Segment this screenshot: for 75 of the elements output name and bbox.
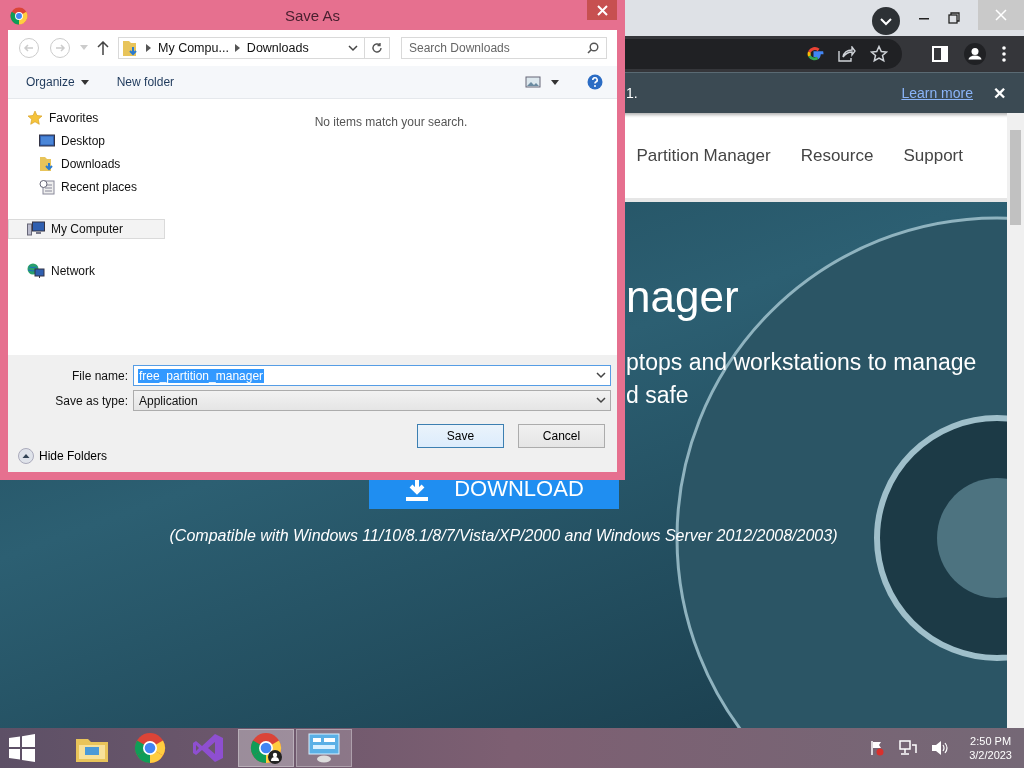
- field-label: File name:: [70, 368, 128, 383]
- downloads-folder-icon: [39, 156, 55, 172]
- nav-link[interactable]: Support: [903, 145, 963, 166]
- command-button[interactable]: New folder: [108, 73, 181, 91]
- nav-link[interactable]: Partition Manager: [636, 145, 771, 166]
- save-type-dropdown[interactable]: Application: [133, 390, 611, 411]
- chrome-icon: [134, 732, 166, 764]
- chevron-right-icon: [234, 44, 241, 52]
- nav-tree-item[interactable]: Network: [8, 261, 165, 281]
- close-button[interactable]: [587, 0, 617, 20]
- restore-icon[interactable]: [948, 12, 960, 24]
- clock-time: 2:50 PM: [970, 735, 1012, 747]
- learn-more-link[interactable]: Learn more: [901, 85, 973, 101]
- speaker-icon[interactable]: [931, 740, 950, 756]
- empty-message: No items match your search.: [314, 115, 468, 129]
- flag-icon[interactable]: [869, 740, 886, 756]
- up-arrow-icon[interactable]: [97, 41, 109, 55]
- chevron-down-icon: [596, 397, 606, 404]
- chevron-down-icon[interactable]: [348, 44, 358, 52]
- dropdown-arrow-icon: [80, 79, 89, 85]
- control-panel-icon: [307, 732, 341, 764]
- network-icon: [27, 263, 45, 279]
- hero-heading: nager: [626, 272, 740, 322]
- close-button[interactable]: ✕: [993, 83, 1006, 103]
- share-icon[interactable]: [838, 46, 856, 62]
- search-field[interactable]: Search Downloads: [401, 37, 607, 59]
- profile-icon[interactable]: [964, 43, 986, 65]
- folder-icon: [122, 39, 140, 57]
- refresh-icon: [371, 42, 383, 54]
- side-panel-icon[interactable]: [932, 46, 948, 62]
- nav-tree-item[interactable]: Recent places: [8, 177, 165, 197]
- view-options-icon[interactable]: [525, 76, 541, 88]
- chevron-down-icon: [596, 372, 606, 379]
- recent-places-icon: [39, 179, 55, 195]
- address-bar[interactable]: My Compu... Downloads: [118, 37, 390, 59]
- clock-date: 3/2/2023: [969, 749, 1012, 761]
- help-icon[interactable]: [587, 74, 603, 90]
- chevron-right-icon: [146, 44, 152, 52]
- dialog-button[interactable]: Cancel: [518, 424, 605, 448]
- computer-icon: [27, 221, 45, 237]
- star-icon: [27, 110, 43, 126]
- nav-tree-item[interactable]: My Computer: [8, 219, 165, 239]
- compatibility-note: (Compatible with Windows 11/10/8.1/8/7/Vista/XP/2000 and Windows Server 2012/2008/2003): [168, 527, 839, 545]
- clock[interactable]: 2:50 PM 3/2/2023: [969, 735, 1012, 761]
- hide-folders-button[interactable]: Hide Folders: [8, 448, 108, 464]
- nav-link[interactable]: Resource: [800, 145, 874, 166]
- menu-icon[interactable]: [1002, 46, 1006, 62]
- desktop-icon: [39, 134, 55, 148]
- scrollbar[interactable]: [1007, 113, 1024, 728]
- field-label: Save as type:: [54, 393, 128, 408]
- dialog-button[interactable]: Save: [417, 424, 504, 448]
- close-icon: [995, 9, 1007, 21]
- search-icon: [587, 42, 599, 54]
- taskbar-app[interactable]: [238, 729, 294, 767]
- command-button[interactable]: Organize: [18, 73, 95, 91]
- info-text: 1.: [626, 85, 638, 101]
- nav-tree-item[interactable]: Downloads: [8, 154, 165, 174]
- star-icon[interactable]: [870, 45, 888, 63]
- chrome-icon: [250, 732, 282, 764]
- dialog-title: Save As: [284, 6, 340, 24]
- google-icon[interactable]: [806, 45, 824, 63]
- nav-tree-item[interactable]: Desktop: [8, 131, 165, 151]
- windows-start-icon[interactable]: [8, 734, 36, 762]
- hero-subtitle: ptops and workstations to manage: [626, 348, 978, 377]
- chevron-down-icon[interactable]: [872, 7, 900, 35]
- hero-subtitle: d safe: [626, 381, 690, 410]
- chrome-icon: [10, 7, 28, 25]
- breadcrumb-item[interactable]: My Compu...: [158, 41, 229, 55]
- close-icon: [596, 4, 608, 16]
- nav-tree-item[interactable]: Favorites: [8, 108, 165, 128]
- dropdown-arrow-icon[interactable]: [551, 79, 559, 85]
- network-icon[interactable]: [899, 740, 918, 756]
- visual-studio-icon: [192, 732, 224, 764]
- breadcrumb-item[interactable]: Downloads: [246, 41, 309, 55]
- collapse-icon: [18, 448, 34, 464]
